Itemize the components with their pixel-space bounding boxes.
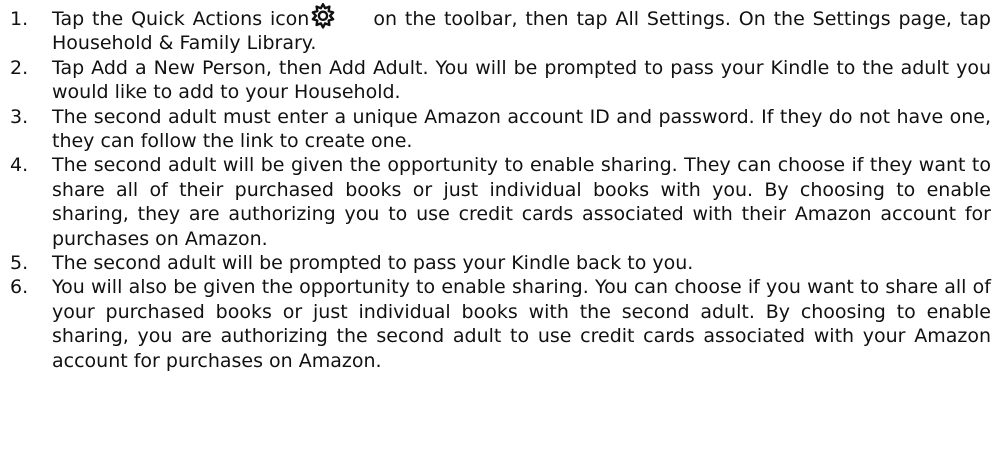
step-text: You will also be given the opportunity t…: [52, 276, 991, 372]
list-item: 4. The second adult will be given the op…: [10, 153, 991, 251]
step-text: Tap the Quick Actions icon on the toolba…: [52, 3, 991, 56]
step-number: 5.: [10, 252, 29, 275]
step-number: 6.: [10, 276, 29, 299]
step-number: 2.: [10, 56, 29, 79]
step-text: Tap Add a New Person, then Add Adult. Yo…: [52, 56, 991, 104]
step-text: The second adult will be prompted to pas…: [52, 252, 694, 275]
list-item: 1. Tap the Quick Actions icon on the too…: [10, 3, 991, 56]
instructions-page: 1. Tap the Quick Actions icon on the too…: [0, 0, 1007, 452]
step-number: 3.: [10, 105, 29, 128]
steps-list: 1. Tap the Quick Actions icon on the too…: [10, 3, 991, 373]
step-number: 1.: [10, 8, 29, 30]
list-item: 6. You will also be given the opportunit…: [10, 275, 991, 373]
list-item: 2. Tap Add a New Person, then Add Adult.…: [10, 56, 991, 105]
step-text: The second adult will be given the oppor…: [52, 154, 991, 250]
list-item: 3. The second adult must enter a unique …: [10, 105, 991, 154]
step-text: The second adult must enter a unique Ama…: [52, 105, 991, 153]
step-text-before-icon: Tap the Quick Actions icon: [52, 8, 310, 30]
gear-icon: [309, 3, 373, 31]
list-item: 5. The second adult will be prompted to …: [10, 251, 991, 275]
step-number: 4.: [10, 154, 29, 177]
